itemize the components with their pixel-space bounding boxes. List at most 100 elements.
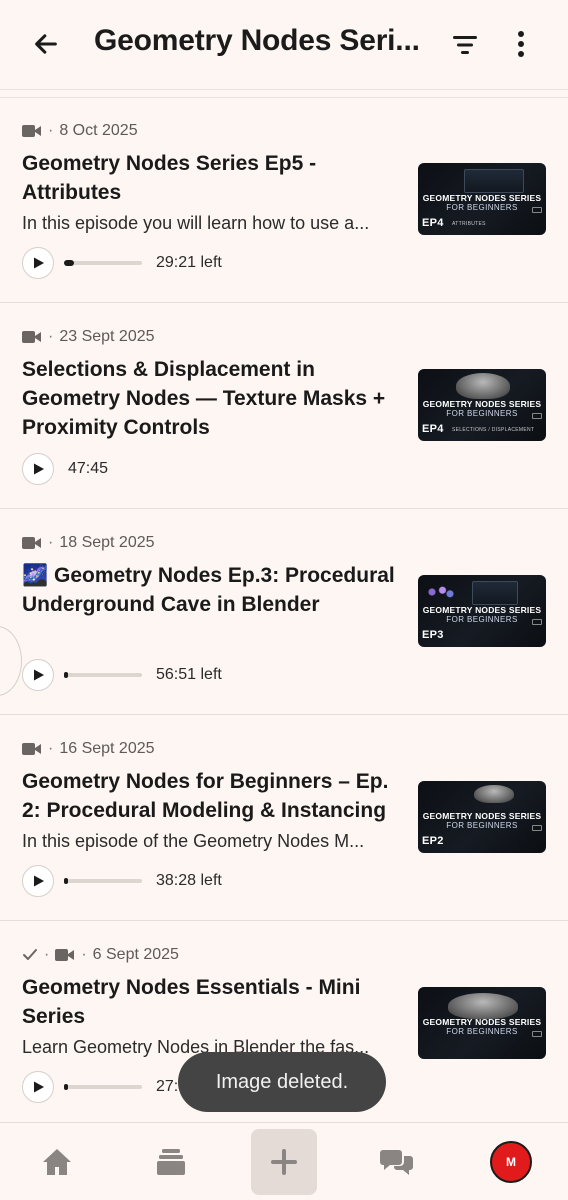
more-options-button[interactable] <box>506 26 536 62</box>
library-icon <box>157 1149 185 1175</box>
nav-chat[interactable] <box>364 1129 430 1195</box>
nav-library[interactable] <box>138 1129 204 1195</box>
thumbnail-title: GEOMETRY NODES SERIES <box>422 605 542 615</box>
episode-date: 8 Oct 2025 <box>59 122 138 139</box>
progress-fill <box>64 1084 68 1090</box>
episode-date: 18 Sept 2025 <box>59 534 155 551</box>
episode-thumbnail[interactable]: GEOMETRY NODES SERIES FOR BEGINNERS EP4 … <box>418 163 546 235</box>
play-icon <box>34 1081 44 1093</box>
chat-icon <box>380 1150 413 1175</box>
thumbnail-badge: EP2 <box>422 835 444 847</box>
thumbnail-subtitle: FOR BEGINNERS <box>446 821 518 830</box>
thumbnail-badge: EP3 <box>422 629 444 641</box>
thumbnail-badge: EP4 <box>422 217 444 229</box>
progress-bar[interactable] <box>64 878 142 884</box>
thumbnail-subtitle: FOR BEGINNERS <box>446 1027 518 1036</box>
filter-icon <box>453 36 477 54</box>
video-icon <box>22 537 41 549</box>
episode-list: · 8 Oct 2025 Geometry Nodes Series Ep5 -… <box>0 97 568 1127</box>
episode-description: In this episode of the Geometry Nodes M.… <box>22 831 365 851</box>
thumbnail-logo <box>532 207 542 213</box>
episode-item[interactable]: · 23 Sept 2025 Selections & Displacement… <box>0 303 568 509</box>
episode-meta: · · 6 Sept 2025 <box>22 945 179 965</box>
episode-player: 38:28 left <box>22 864 222 898</box>
episode-item[interactable]: · 18 Sept 2025 🌌 Geometry Nodes Ep.3: Pr… <box>0 509 568 715</box>
episode-thumbnail[interactable]: GEOMETRY NODES SERIES FOR BEGINNERS EP4 … <box>418 369 546 441</box>
episode-player: 47:45 <box>22 452 108 486</box>
thumbnail-logo <box>532 413 542 419</box>
progress-bar[interactable] <box>64 1084 142 1090</box>
episode-title[interactable]: Geometry Nodes Series Ep5 - Attributes <box>22 149 412 207</box>
episode-date: 16 Sept 2025 <box>59 740 155 757</box>
episode-date: 6 Sept 2025 <box>92 946 179 963</box>
episode-item[interactable]: · 16 Sept 2025 Geometry Nodes for Beginn… <box>0 715 568 921</box>
thumbnail-logo <box>532 619 542 625</box>
nav-add[interactable] <box>251 1129 317 1195</box>
play-icon <box>34 875 44 887</box>
thumbnail-art <box>448 993 518 1019</box>
add-icon <box>271 1149 297 1175</box>
toast-message: Image deleted. <box>178 1052 386 1112</box>
episode-item[interactable]: · 8 Oct 2025 Geometry Nodes Series Ep5 -… <box>0 97 568 303</box>
video-icon <box>22 125 41 137</box>
play-button[interactable] <box>22 1071 54 1103</box>
episode-title[interactable]: Geometry Nodes for Beginners – Ep. 2: Pr… <box>22 767 412 825</box>
thumbnail-title: GEOMETRY NODES SERIES <box>422 193 542 203</box>
filter-button[interactable] <box>448 28 482 62</box>
meta-separator: · <box>48 122 54 139</box>
play-icon <box>34 257 44 269</box>
nav-home[interactable] <box>24 1129 90 1195</box>
meta-separator: · <box>44 946 50 963</box>
play-button[interactable] <box>22 659 54 691</box>
meta-separator: · <box>81 946 87 963</box>
home-icon <box>43 1149 71 1175</box>
episode-duration: 47:45 <box>68 460 109 477</box>
avatar: M <box>490 1141 532 1183</box>
play-icon <box>34 463 44 475</box>
episode-thumbnail[interactable]: GEOMETRY NODES SERIES FOR BEGINNERS <box>418 987 546 1059</box>
thumbnail-art <box>426 583 456 601</box>
checkmark-icon <box>23 949 37 960</box>
time-remaining: 29:21 left <box>156 254 222 271</box>
episode-meta: · 16 Sept 2025 <box>22 739 155 759</box>
progress-fill <box>64 878 68 884</box>
meta-separator: · <box>48 534 54 551</box>
arrow-left-icon <box>35 34 57 54</box>
top-app-bar: Geometry Nodes Seri... <box>0 0 568 90</box>
progress-bar[interactable] <box>64 260 142 266</box>
thumbnail-subtitle: FOR BEGINNERS <box>446 409 518 418</box>
thumbnail-logo <box>532 825 542 831</box>
thumbnail-badge: EP4 <box>422 423 444 435</box>
episode-thumbnail[interactable]: GEOMETRY NODES SERIES FOR BEGINNERS EP3 <box>418 575 546 647</box>
episode-meta: · 8 Oct 2025 <box>22 121 138 141</box>
thumbnail-subtitle: FOR BEGINNERS <box>446 615 518 624</box>
meta-separator: · <box>48 740 54 757</box>
episode-meta: · 23 Sept 2025 <box>22 327 155 347</box>
thumbnail-title: GEOMETRY NODES SERIES <box>422 1017 542 1027</box>
episode-description: In this episode you will learn how to us… <box>22 213 370 233</box>
nav-profile[interactable]: M <box>478 1129 544 1195</box>
episode-title[interactable]: 🌌 Geometry Nodes Ep.3: Procedural Underg… <box>22 561 412 619</box>
episode-date: 23 Sept 2025 <box>59 328 155 345</box>
bottom-navigation: M <box>0 1122 568 1200</box>
play-button[interactable] <box>22 865 54 897</box>
play-button[interactable] <box>22 247 54 279</box>
progress-bar[interactable] <box>64 672 142 678</box>
video-icon <box>22 743 41 755</box>
episode-title[interactable]: Geometry Nodes Essentials - Mini Series <box>22 973 412 1031</box>
back-button[interactable] <box>28 26 64 62</box>
more-vertical-icon <box>518 31 524 57</box>
thumbnail-caption: SELECTIONS / DISPLACEMENT <box>452 427 535 433</box>
episode-thumbnail[interactable]: GEOMETRY NODES SERIES FOR BEGINNERS EP2 <box>418 781 546 853</box>
thumbnail-logo <box>532 1031 542 1037</box>
video-icon <box>22 331 41 343</box>
thumbnail-caption: ATTRIBUTES <box>452 221 486 227</box>
thumbnail-art-panel <box>472 581 518 605</box>
video-icon <box>55 949 75 961</box>
time-remaining: 38:28 left <box>156 872 222 889</box>
play-button[interactable] <box>22 453 54 485</box>
thumbnail-subtitle: FOR BEGINNERS <box>446 203 518 212</box>
episode-title[interactable]: Selections & Displacement in Geometry No… <box>22 355 412 442</box>
episode-player: 29:21 left <box>22 246 222 280</box>
thumbnail-title: GEOMETRY NODES SERIES <box>422 811 542 821</box>
